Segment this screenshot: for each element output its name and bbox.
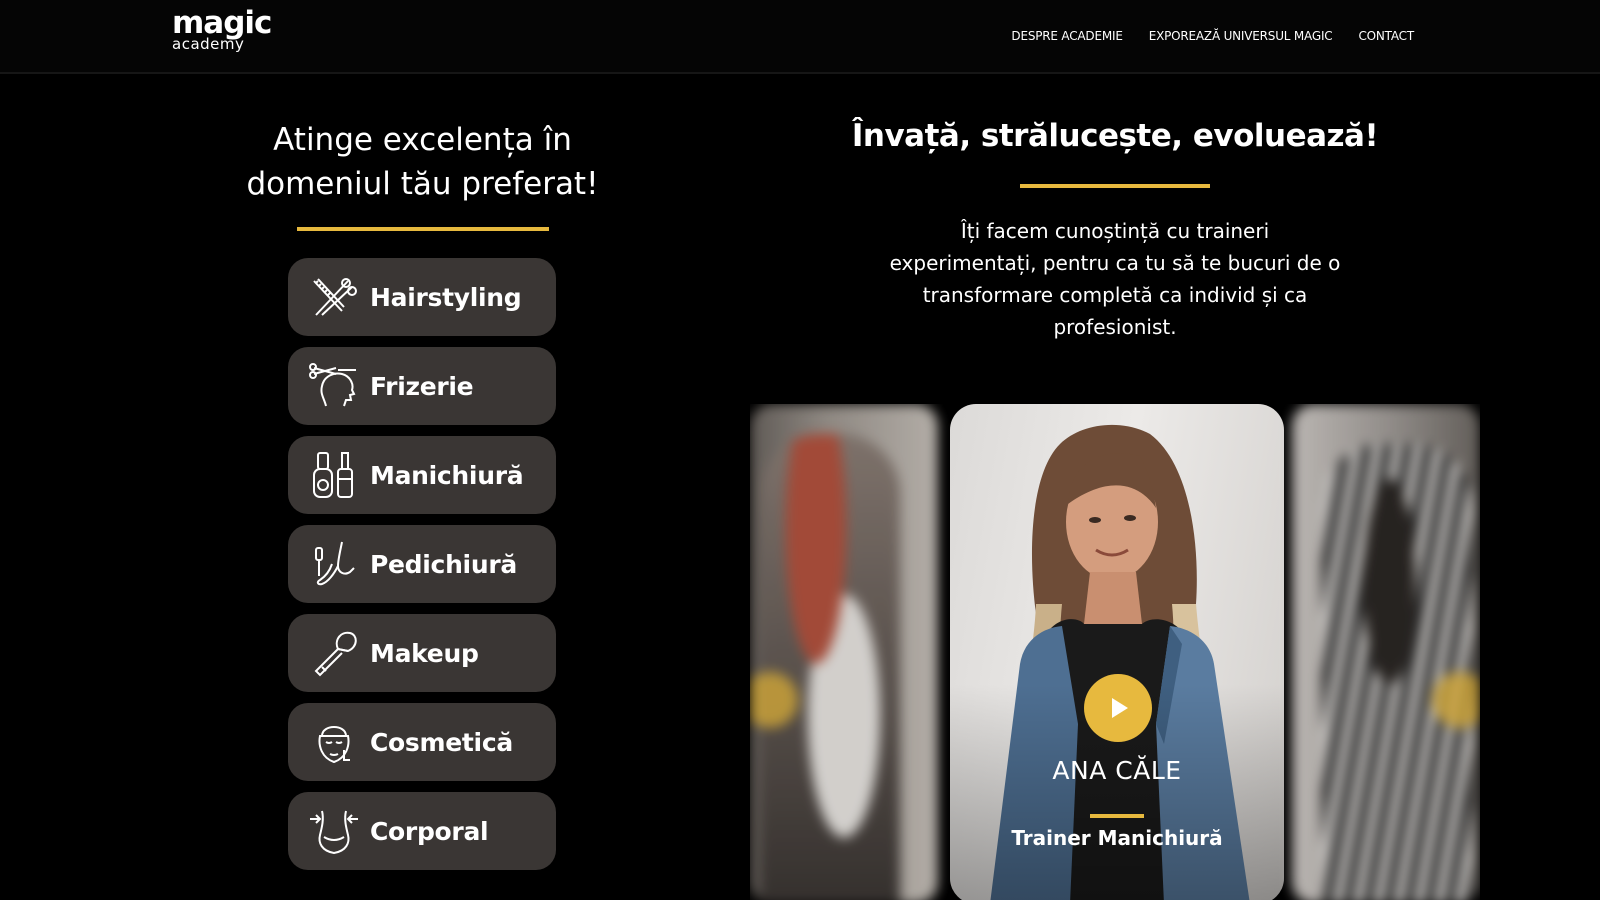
play-icon [1432, 672, 1480, 728]
category-cosmetica[interactable]: Cosmetică [288, 703, 556, 781]
category-corporal[interactable]: Corporal [288, 792, 556, 870]
play-video-button[interactable] [1084, 674, 1152, 742]
foot-icon [306, 536, 362, 592]
scissors-comb-icon [306, 269, 362, 325]
category-frizerie[interactable]: Frizerie [288, 347, 556, 425]
category-list: Hairstyling Frizerie Manichiură Pedichiu… [288, 258, 556, 870]
trainer-card-next[interactable] [1292, 404, 1480, 900]
play-icon [1112, 698, 1128, 718]
trainer-name-underline [1090, 814, 1144, 818]
category-label: Makeup [370, 638, 479, 668]
nav-link-exploreaza-universul[interactable]: EXPOREAZĂ UNIVERSUL MAGIC [1149, 29, 1333, 43]
categories-heading: Atinge excelența în domeniul tău prefera… [246, 122, 599, 202]
main-nav: DESPRE ACADEMIE EXPOREAZĂ UNIVERSUL MAGI… [1011, 29, 1414, 43]
trainer-card-active[interactable]: ANA CĂLE Trainer Manichiură [950, 404, 1284, 900]
heading-underline [1020, 184, 1210, 188]
nav-link-despre-academie[interactable]: DESPRE ACADEMIE [1011, 29, 1122, 43]
category-label: Hairstyling [370, 282, 522, 312]
category-pedichiura[interactable]: Pedichiură [288, 525, 556, 603]
makeup-brush-icon [306, 625, 362, 681]
trainers-intro-text: Îți facem cunoștință cu traineri experim… [889, 219, 1341, 339]
face-mask-icon [306, 714, 362, 770]
category-label: Pedichiură [370, 549, 517, 579]
trainer-role: Trainer Manichiură [1011, 826, 1223, 850]
trainers-heading: Învață, strălucește, evoluează! [851, 118, 1379, 154]
trainer-name: ANA CĂLE [1052, 756, 1182, 785]
magic-academy-logo[interactable]: magic academy [172, 8, 272, 60]
category-label: Manichiură [370, 460, 524, 490]
nail-polish-icon [306, 447, 362, 503]
trainer-photo [1322, 444, 1472, 900]
trainer-card-previous[interactable] [750, 404, 938, 900]
category-makeup[interactable]: Makeup [288, 614, 556, 692]
trainers-carousel[interactable]: ANA CĂLE Trainer Manichiură [750, 404, 1480, 900]
nav-link-contact[interactable]: CONTACT [1358, 29, 1414, 43]
heading-underline [297, 227, 549, 231]
barber-head-icon [306, 358, 362, 414]
category-label: Cosmetică [370, 727, 513, 757]
category-manichiura[interactable]: Manichiură [288, 436, 556, 514]
body-waist-icon [306, 803, 362, 859]
category-label: Frizerie [370, 371, 474, 401]
site-header: magic academy DESPRE ACADEMIE EXPOREAZĂ … [0, 0, 1600, 74]
category-label: Corporal [370, 816, 489, 846]
trainer-photo [760, 434, 900, 900]
category-hairstyling[interactable]: Hairstyling [288, 258, 556, 336]
